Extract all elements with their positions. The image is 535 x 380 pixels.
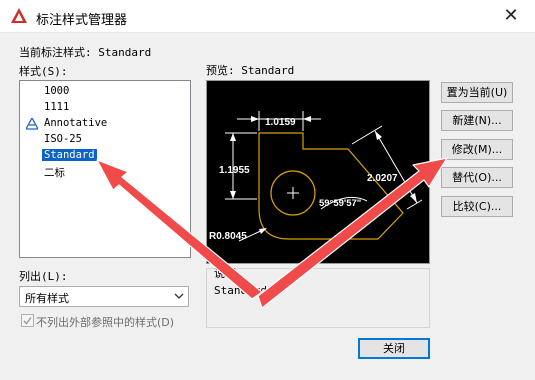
description-value: Standard [214, 284, 267, 297]
style-item-1000[interactable]: 1000 [44, 85, 69, 97]
dim-left-text: 1.1955 [219, 165, 250, 176]
set-current-button[interactable]: 置为当前(U) [441, 82, 513, 103]
modify-style-button[interactable]: 修改(M)... [441, 139, 513, 160]
styles-label: 样式(S): [19, 65, 68, 78]
annotative-icon [26, 118, 38, 130]
chevron-down-icon [174, 293, 184, 299]
preview-canvas: 1.0159 1.1955 2.0207 59°59'57" R0.8045 [206, 80, 430, 264]
list-filter-label: 列出(L): [19, 270, 68, 283]
compare-styles-button[interactable]: 比较(C)... [441, 196, 513, 217]
dim-top-text: 1.0159 [265, 117, 296, 128]
checkmark-icon [23, 317, 32, 325]
preview-label: 预览: Standard [206, 64, 295, 77]
part-outline [258, 132, 404, 240]
close-button[interactable]: 关闭 [358, 338, 430, 359]
list-filter-dropdown[interactable]: 所有样式 [19, 286, 189, 307]
style-item-erbiao[interactable]: 二标 [44, 165, 65, 180]
autocad-app-icon [11, 8, 27, 23]
style-item-1111[interactable]: 1111 [44, 101, 69, 113]
override-style-button[interactable]: 替代(O)... [441, 167, 513, 188]
description-box [206, 268, 430, 328]
style-item-annotative[interactable]: Annotative [44, 117, 107, 129]
close-window-button[interactable]: ✕ [497, 4, 525, 28]
style-item-standard-selected[interactable]: Standard [42, 149, 97, 161]
window-title: 标注样式管理器 [36, 13, 128, 28]
current-style-label: 当前标注样式: Standard [19, 46, 152, 59]
style-item-iso25[interactable]: ISO-25 [44, 133, 82, 145]
dim-angle-text: 59°59'57" [319, 198, 361, 209]
dim-right-text: 2.0207 [367, 173, 398, 184]
exclude-xref-label: 不列出外部参照中的样式(D) [36, 316, 175, 329]
exclude-xref-checkbox[interactable] [21, 314, 34, 327]
styles-listbox[interactable]: 1000 1111 Annotative ISO-25 Standard 二标 [19, 80, 191, 258]
description-label: 说明 [214, 267, 236, 280]
new-style-button[interactable]: 新建(N)... [441, 110, 513, 131]
list-filter-value: 所有样式 [25, 292, 69, 305]
dimension-preview-drawing: 1.0159 1.1955 2.0207 59°59'57" R0.8045 [209, 111, 423, 242]
dim-radius-text: R0.8045 [209, 231, 247, 242]
